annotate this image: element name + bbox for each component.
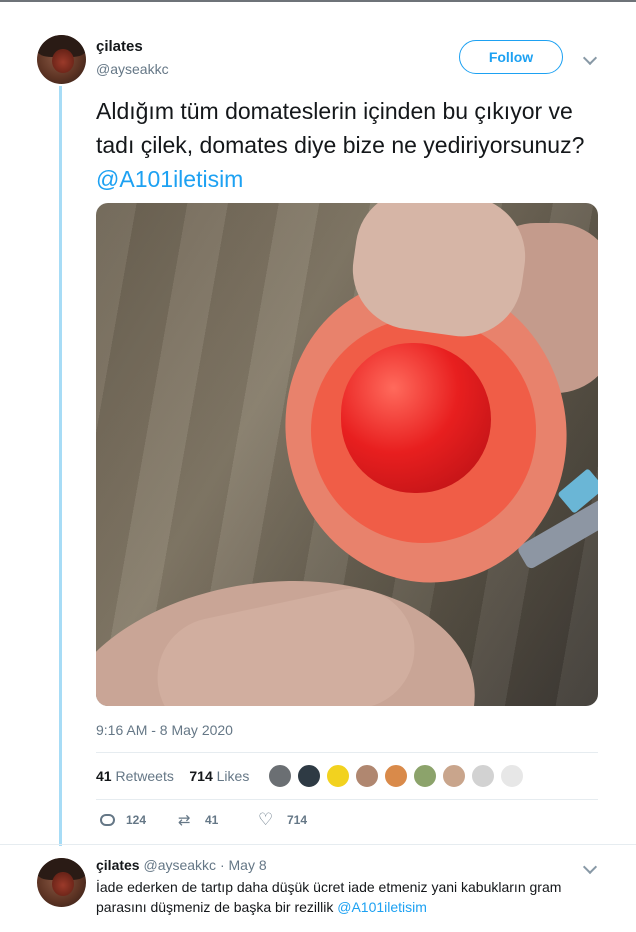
mention-link[interactable]: @A101iletisim [96,166,243,192]
username-handle[interactable]: @ayseakkc [96,61,169,77]
retweets-label[interactable]: Retweets [115,768,173,784]
reply-count[interactable]: 124 [126,813,146,827]
divider [0,844,636,845]
chevron-down-icon[interactable] [582,50,598,66]
reply-display-name[interactable]: çilates [96,857,140,873]
tweet-timestamp[interactable]: 9:16 AM - 8 May 2020 [96,722,233,738]
heart-icon[interactable]: ♡ [258,811,273,828]
divider [96,752,598,753]
divider [96,799,598,800]
liker-avatar[interactable] [500,764,524,788]
reply-avatar[interactable] [37,858,86,907]
likes-count[interactable]: 714 [189,768,212,784]
follow-button[interactable]: Follow [459,40,563,74]
avatar[interactable] [37,35,86,84]
window-top-border [0,0,636,2]
tweet-text: Aldığım tüm domateslerin içinden bu çıkı… [96,94,596,196]
reply-separator: · [219,857,225,873]
reply-body: İade ederken de tartıp daha düşük ücret … [96,879,562,915]
display-name[interactable]: çilates [96,38,143,55]
liker-avatar[interactable] [471,764,495,788]
thread-connector-line [59,86,62,846]
reply-handle[interactable]: @ayseakkc [143,857,216,873]
reply-date[interactable]: May 8 [229,857,267,873]
retweet-count[interactable]: 41 [205,813,218,827]
engagement-stats: 41 Retweets 714 Likes [96,768,249,784]
tweet-photo[interactable] [96,203,598,706]
tweet-body: Aldığım tüm domateslerin içinden bu çıkı… [96,98,585,158]
liker-avatar[interactable] [297,764,321,788]
likes-label[interactable]: Likes [217,768,250,784]
reply-icon[interactable] [100,814,115,826]
retweet-icon[interactable]: ⇄ [178,813,191,828]
liker-avatar[interactable] [413,764,437,788]
liker-avatar[interactable] [442,764,466,788]
reply-text: İade ederken de tartıp daha düşük ücret … [96,877,586,917]
reply-mention-link[interactable]: @A101iletisim [337,899,427,915]
like-count[interactable]: 714 [287,813,307,827]
reply-header: çilates @ayseakkc · May 8 [96,857,267,873]
retweets-count[interactable]: 41 [96,768,112,784]
liker-avatar[interactable] [384,764,408,788]
liker-avatar[interactable] [268,764,292,788]
liker-avatar[interactable] [355,764,379,788]
liker-avatar[interactable] [326,764,350,788]
reply-chevron-down-icon[interactable] [582,859,598,875]
